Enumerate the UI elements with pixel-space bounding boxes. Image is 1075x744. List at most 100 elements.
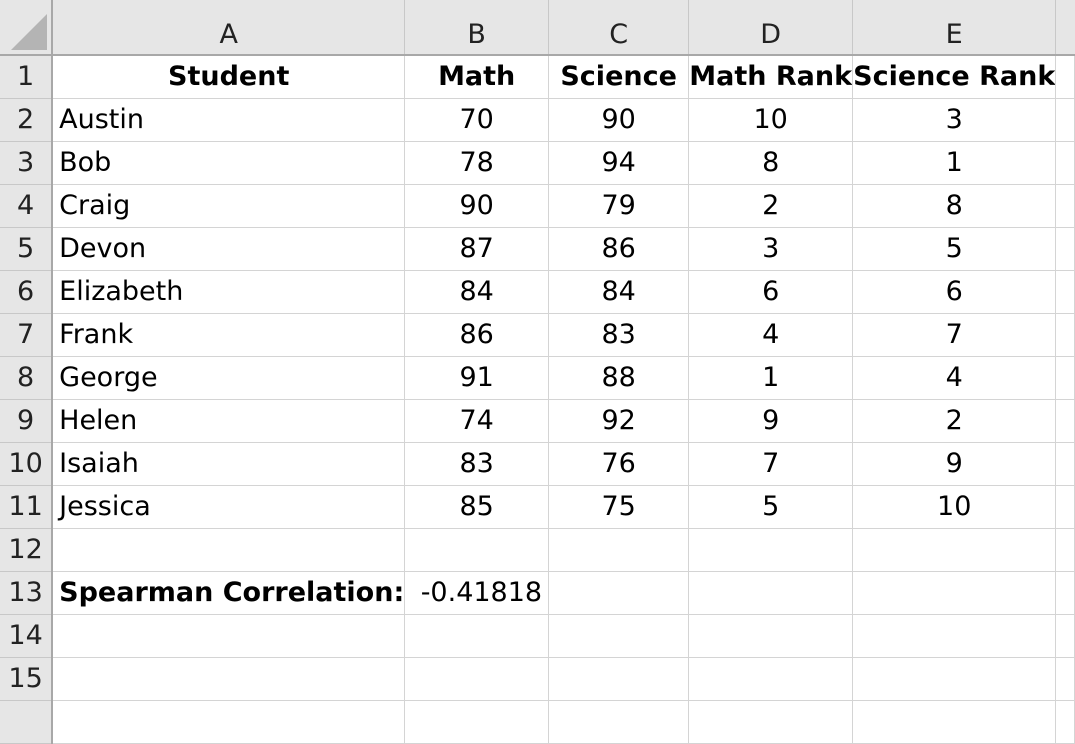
cell-empty[interactable] [852, 657, 1057, 701]
cell-empty[interactable] [1055, 313, 1075, 357]
cell-science[interactable]: 92 [548, 399, 690, 443]
cell-empty[interactable] [1055, 614, 1075, 658]
column-header-a[interactable]: A [52, 0, 406, 56]
cell-empty[interactable] [688, 614, 854, 658]
cell-math[interactable]: 84 [404, 270, 550, 314]
cell-empty[interactable] [1055, 657, 1075, 701]
cell-math-rank[interactable]: 6 [688, 270, 854, 314]
cell-math-rank[interactable]: 5 [688, 485, 854, 529]
column-header-d[interactable]: D [688, 0, 854, 56]
cell-a1[interactable]: Student [52, 55, 406, 99]
row-header[interactable]: 2 [0, 98, 54, 142]
cell-empty[interactable] [852, 614, 1057, 658]
cell-science[interactable]: 86 [548, 227, 690, 271]
cell-empty[interactable] [1055, 227, 1075, 271]
cell-student[interactable]: Helen [52, 399, 406, 443]
cell-empty[interactable] [852, 571, 1057, 615]
cell-math[interactable]: 87 [404, 227, 550, 271]
cell-empty[interactable] [852, 528, 1057, 572]
cell-empty[interactable] [548, 657, 690, 701]
cell-science-rank[interactable]: 3 [852, 98, 1057, 142]
row-header[interactable]: 4 [0, 184, 54, 228]
cell-d1[interactable]: Math Rank [688, 55, 854, 99]
cell-science-rank[interactable]: 9 [852, 442, 1057, 486]
cell-science[interactable]: 75 [548, 485, 690, 529]
cell-science-rank[interactable]: 10 [852, 485, 1057, 529]
cell-empty[interactable] [404, 700, 550, 744]
row-header[interactable]: 7 [0, 313, 54, 357]
spearman-value-cell[interactable]: -0.41818 [404, 571, 550, 615]
cell-science[interactable]: 76 [548, 442, 690, 486]
cell-science[interactable]: 90 [548, 98, 690, 142]
cell-empty[interactable] [1055, 98, 1075, 142]
cell-empty[interactable] [1055, 141, 1075, 185]
column-header-e[interactable]: E [852, 0, 1057, 56]
cell-empty[interactable] [548, 614, 690, 658]
cell-math-rank[interactable]: 10 [688, 98, 854, 142]
cell-math-rank[interactable]: 7 [688, 442, 854, 486]
cell-student[interactable]: Jessica [52, 485, 406, 529]
cell-student[interactable]: Austin [52, 98, 406, 142]
cell-math[interactable]: 74 [404, 399, 550, 443]
cell-science-rank[interactable]: 1 [852, 141, 1057, 185]
cell-science-rank[interactable]: 5 [852, 227, 1057, 271]
cell-student[interactable]: Craig [52, 184, 406, 228]
spearman-label-cell[interactable]: Spearman Correlation: [52, 571, 406, 615]
row-header[interactable]: 6 [0, 270, 54, 314]
cell-empty[interactable] [1055, 571, 1075, 615]
cell-math[interactable]: 83 [404, 442, 550, 486]
cell-math-rank[interactable]: 1 [688, 356, 854, 400]
cell-e1[interactable]: Science Rank [852, 55, 1057, 99]
row-header[interactable]: 13 [0, 571, 54, 615]
cell-student[interactable]: George [52, 356, 406, 400]
cell-empty[interactable] [52, 657, 406, 701]
row-header[interactable]: 8 [0, 356, 54, 400]
cell-empty[interactable] [1055, 184, 1075, 228]
cell-student[interactable]: Bob [52, 141, 406, 185]
cell-c1[interactable]: Science [548, 55, 690, 99]
cell-student[interactable]: Frank [52, 313, 406, 357]
cell-empty[interactable] [548, 528, 690, 572]
cell-science[interactable]: 79 [548, 184, 690, 228]
cell-student[interactable]: Devon [52, 227, 406, 271]
cell-empty[interactable] [52, 528, 406, 572]
row-header[interactable]: 14 [0, 614, 54, 658]
cell-empty[interactable] [688, 700, 854, 744]
cell-empty[interactable] [52, 614, 406, 658]
row-header[interactable]: 15 [0, 657, 54, 701]
cell-empty[interactable] [852, 700, 1057, 744]
cell-math-rank[interactable]: 3 [688, 227, 854, 271]
cell-empty[interactable] [404, 614, 550, 658]
row-header[interactable] [0, 700, 54, 744]
cell-science[interactable]: 94 [548, 141, 690, 185]
cell-empty[interactable] [688, 657, 854, 701]
cell-empty[interactable] [1055, 442, 1075, 486]
column-header-b[interactable]: B [404, 0, 550, 56]
cell-math-rank[interactable]: 4 [688, 313, 854, 357]
cell-math[interactable]: 86 [404, 313, 550, 357]
cell-math[interactable]: 90 [404, 184, 550, 228]
cell-math[interactable]: 91 [404, 356, 550, 400]
row-header[interactable]: 9 [0, 399, 54, 443]
cell-math-rank[interactable]: 8 [688, 141, 854, 185]
cell-science[interactable]: 83 [548, 313, 690, 357]
cell-science-rank[interactable]: 7 [852, 313, 1057, 357]
cell-empty[interactable] [548, 700, 690, 744]
row-header[interactable]: 3 [0, 141, 54, 185]
cell-empty[interactable] [1055, 270, 1075, 314]
cell-math[interactable]: 70 [404, 98, 550, 142]
cell-science[interactable]: 84 [548, 270, 690, 314]
cell-empty[interactable] [548, 571, 690, 615]
select-all-button[interactable] [0, 0, 54, 56]
cell-empty[interactable] [52, 700, 406, 744]
cell-math-rank[interactable]: 2 [688, 184, 854, 228]
cell-empty[interactable] [688, 528, 854, 572]
cell-science-rank[interactable]: 8 [852, 184, 1057, 228]
row-header[interactable]: 1 [0, 55, 54, 99]
cell-student[interactable]: Elizabeth [52, 270, 406, 314]
cell-empty[interactable] [404, 528, 550, 572]
cell-science-rank[interactable]: 4 [852, 356, 1057, 400]
cell-science-rank[interactable]: 6 [852, 270, 1057, 314]
cell-math-rank[interactable]: 9 [688, 399, 854, 443]
row-header[interactable]: 5 [0, 227, 54, 271]
